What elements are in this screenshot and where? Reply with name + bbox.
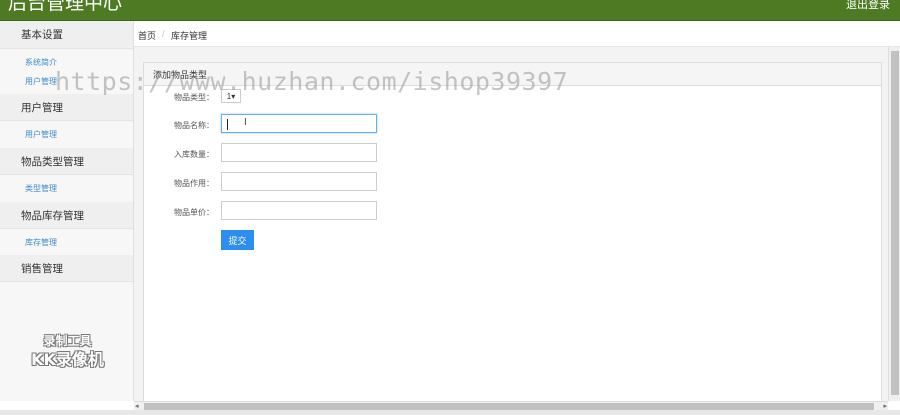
sidebar-group-user-management[interactable]: 用户管理: [0, 94, 133, 121]
breadcrumb-home[interactable]: 首页: [138, 29, 156, 42]
sidebar-group-title: 销售管理: [21, 263, 63, 275]
text-caret: [227, 119, 228, 130]
sidebar-group-title: 物品库存管理: [21, 210, 84, 222]
ibeam-cursor-icon: I: [244, 117, 247, 128]
recorder-watermark-logo: 录制工具 KK录像机: [20, 333, 115, 375]
status-strip: [0, 410, 900, 415]
sidebar-item-type-management[interactable]: 类型管理: [25, 183, 57, 194]
unit-price-label: 物品单价：: [174, 208, 214, 217]
stock-quantity-input[interactable]: [221, 143, 377, 162]
breadcrumb-separator: /: [162, 29, 165, 39]
sidebar-item-user-management[interactable]: 用户管理: [25, 129, 57, 140]
recorder-watermark-line1: 录制工具: [43, 334, 92, 348]
sidebar-group-item-type-management[interactable]: 物品类型管理: [0, 148, 133, 175]
submit-button[interactable]: 提交: [221, 230, 254, 250]
logout-link[interactable]: 退出登录: [846, 0, 890, 12]
item-use-label: 物品作用：: [174, 179, 214, 188]
sidebar-item-system-intro[interactable]: 系统简介: [25, 57, 57, 68]
breadcrumb: 首页 / 库存管理: [134, 21, 900, 47]
item-use-input[interactable]: [221, 172, 377, 191]
sidebar-group-basic-settings[interactable]: 基本设置: [0, 21, 133, 49]
vertical-scrollbar[interactable]: [888, 47, 900, 401]
url-watermark: https://www.huzhan.com/ishop39397: [55, 67, 569, 96]
stock-quantity-label: 入库数量：: [174, 150, 214, 159]
sidebar-group-inventory-management[interactable]: 物品库存管理: [0, 202, 133, 229]
item-name-label: 物品名称：: [174, 121, 214, 130]
sidebar-item-inventory-management[interactable]: 库存管理: [25, 237, 57, 248]
sidebar-group-title: 物品类型管理: [21, 156, 84, 168]
sidebar-group-title: 基本设置: [21, 29, 63, 41]
sidebar-group-title: 用户管理: [21, 102, 63, 114]
vertical-scroll-thumb[interactable]: [891, 51, 899, 395]
unit-price-input[interactable]: [221, 201, 377, 220]
sidebar-item-user-management-basic[interactable]: 用户管理: [25, 76, 57, 87]
app-title: 后台管理中心: [8, 0, 123, 14]
top-header: 后台管理中心 退出登录: [0, 0, 900, 21]
sidebar-group-sales-management[interactable]: 销售管理: [0, 255, 133, 282]
scroll-left-arrow-icon[interactable]: ◂: [135, 402, 139, 410]
horizontal-scroll-thumb[interactable]: [144, 403, 874, 410]
recorder-watermark-line2: KK录像机: [31, 350, 104, 369]
breadcrumb-current: 库存管理: [171, 31, 208, 41]
scroll-right-arrow-icon[interactable]: ▸: [883, 402, 887, 410]
